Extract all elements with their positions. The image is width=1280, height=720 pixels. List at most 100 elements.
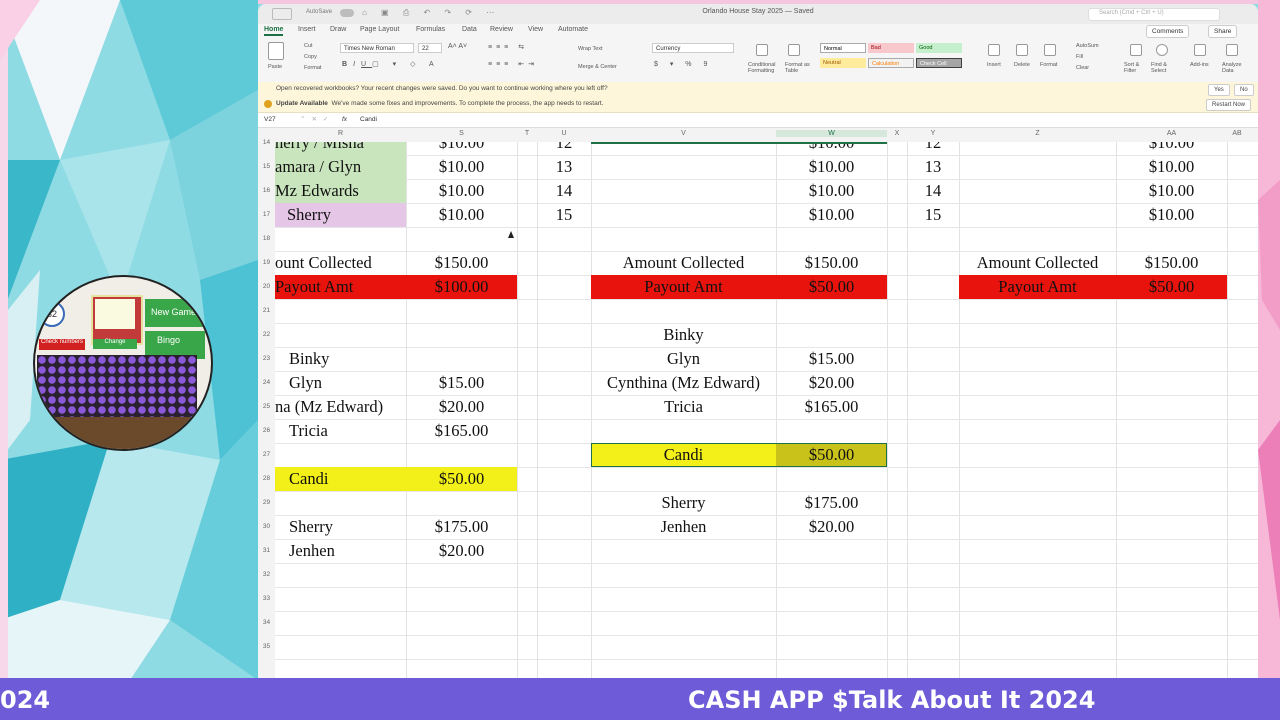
cell-w14[interactable]: $10.00 [776, 142, 887, 155]
column-header-v[interactable]: V [591, 130, 776, 137]
autosum-button[interactable]: AutoSum [1076, 43, 1099, 49]
cell-w24[interactable]: $20.00 [776, 371, 887, 395]
row-header-34[interactable]: 34 [258, 619, 275, 626]
cell-r15[interactable]: amara / Glyn [275, 155, 406, 179]
paste-icon[interactable] [268, 42, 284, 60]
cell-v29[interactable]: Sherry [591, 491, 776, 515]
tab-view[interactable]: View [528, 26, 543, 33]
cell-r25[interactable]: na (Mz Edward) [275, 395, 406, 419]
delete-cells-icon[interactable] [1016, 44, 1028, 56]
copy-label[interactable]: Copy [304, 54, 317, 60]
name-box[interactable]: V27 [264, 116, 276, 123]
tab-formulas[interactable]: Formulas [416, 26, 445, 33]
restart-now-button[interactable]: Restart Now [1206, 99, 1252, 111]
cell-z20[interactable]: Payout Amt [959, 275, 1116, 299]
format-as-table-icon[interactable] [788, 44, 800, 56]
formula-input[interactable]: Candi [360, 116, 377, 123]
cell-s26[interactable]: $165.00 [406, 419, 517, 443]
cell-u14[interactable]: 12 [537, 142, 591, 155]
cell-r26[interactable]: Tricia [275, 419, 406, 443]
conditional-formatting-icon[interactable] [756, 44, 768, 56]
row-header-25[interactable]: 25 [258, 403, 275, 410]
cell-r14[interactable]: herry / Misha [275, 142, 406, 155]
cell-aa19[interactable]: $150.00 [1116, 251, 1227, 275]
cell-r24[interactable]: Glyn [275, 371, 406, 395]
style-bad[interactable]: Bad [868, 43, 914, 53]
row-header-24[interactable]: 24 [258, 379, 275, 386]
addins-icon[interactable] [1194, 44, 1206, 56]
clear-button[interactable]: Clear [1076, 65, 1089, 71]
row-header-30[interactable]: 30 [258, 523, 275, 530]
tab-review[interactable]: Review [490, 26, 513, 33]
cut-label[interactable]: Cut [304, 43, 313, 49]
cell-aa20[interactable]: $50.00 [1116, 275, 1227, 299]
cell-aa16[interactable]: $10.00 [1116, 179, 1227, 203]
format-painter-label[interactable]: Format [304, 65, 321, 71]
worksheet-grid[interactable]: herry / Misha amara / Glyn Mz Edwards Sherr… [275, 142, 1258, 680]
row-header-31[interactable]: 31 [258, 547, 275, 554]
column-header-aa[interactable]: AA [1116, 130, 1227, 137]
cell-r20[interactable]: Payout Amt [275, 275, 406, 299]
cell-s30[interactable]: $175.00 [406, 515, 517, 539]
cell-s19[interactable]: $150.00 [406, 251, 517, 275]
alignment-buttons[interactable]: ≡≡≡ ⇆ [488, 43, 528, 51]
format-cells-icon[interactable] [1044, 44, 1056, 56]
row-header-32[interactable]: 32 [258, 571, 275, 578]
style-check-cell[interactable]: Check Cell [916, 58, 962, 68]
cell-aa14[interactable]: $10.00 [1116, 142, 1227, 155]
row-header-19[interactable]: 19 [258, 259, 275, 266]
row-header-33[interactable]: 33 [258, 595, 275, 602]
cell-w23[interactable]: $15.00 [776, 347, 887, 371]
cell-s16[interactable]: $10.00 [406, 179, 517, 203]
cell-r28[interactable]: Candi [275, 467, 406, 491]
cell-w30[interactable]: $20.00 [776, 515, 887, 539]
style-calculation[interactable]: Calculation [868, 58, 914, 68]
fill-button[interactable]: Fill [1076, 54, 1083, 60]
wrap-text-button[interactable]: Wrap Text [578, 46, 603, 52]
share-button[interactable]: Share [1208, 25, 1238, 38]
cell-w20[interactable]: $50.00 [776, 275, 887, 299]
cell-y16[interactable]: 14 [907, 179, 959, 203]
cell-s31[interactable]: $20.00 [406, 539, 517, 563]
column-header-s[interactable]: S [406, 130, 517, 137]
tab-automate[interactable]: Automate [558, 26, 588, 33]
row-header-27[interactable]: 27 [258, 451, 275, 458]
cell-s15[interactable]: $10.00 [406, 155, 517, 179]
cell-v25[interactable]: Tricia [591, 395, 776, 419]
cell-v22[interactable]: Binky [591, 323, 776, 347]
cell-r31[interactable]: Jenhen [275, 539, 406, 563]
cell-aa17[interactable]: $10.00 [1116, 203, 1227, 227]
cell-w29[interactable]: $175.00 [776, 491, 887, 515]
comments-button[interactable]: Comments [1146, 25, 1190, 38]
cell-r17[interactable]: Sherry [275, 203, 406, 227]
cell-r30[interactable]: Sherry [275, 515, 406, 539]
cell-r16[interactable]: Mz Edwards [275, 179, 406, 203]
cell-y15[interactable]: 13 [907, 155, 959, 179]
style-neutral[interactable]: Neutral [820, 58, 866, 68]
column-header-t[interactable]: T [517, 130, 537, 137]
recovered-no-button[interactable]: No [1234, 84, 1254, 96]
style-good[interactable]: Good [916, 43, 962, 53]
row-header-26[interactable]: 26 [258, 427, 275, 434]
cell-s17[interactable]: $10.00 [406, 203, 517, 227]
search-box[interactable]: Search (Cmd + Ctrl + U) [1088, 8, 1220, 21]
recovered-yes-button[interactable]: Yes [1208, 84, 1230, 96]
row-header-23[interactable]: 23 [258, 355, 275, 362]
cell-s28[interactable]: $50.00 [406, 467, 517, 491]
merge-center-button[interactable]: Merge & Center [578, 64, 617, 70]
cell-z19[interactable]: Amount Collected [959, 251, 1116, 275]
cell-r23[interactable]: Binky [275, 347, 406, 371]
sort-filter-icon[interactable] [1130, 44, 1142, 56]
cell-v24[interactable]: Cynthina (Mz Edward) [591, 371, 776, 395]
font-size-select[interactable]: 22 [418, 43, 442, 53]
font-style-buttons[interactable]: BIU▢ ▾ ◇ A [342, 60, 440, 68]
alignment-buttons-2[interactable]: ≡≡≡ ⇤⇥ [488, 60, 538, 68]
cell-w16[interactable]: $10.00 [776, 179, 887, 203]
row-header-18[interactable]: 18 [258, 235, 275, 242]
cell-r19[interactable]: ount Collected [275, 251, 406, 275]
cell-s25[interactable]: $20.00 [406, 395, 517, 419]
cell-aa15[interactable]: $10.00 [1116, 155, 1227, 179]
number-format-buttons[interactable]: $ ▾ % 9 [654, 60, 712, 68]
font-size-buttons[interactable]: A˄ A˅ [448, 43, 467, 50]
tab-draw[interactable]: Draw [330, 26, 346, 33]
